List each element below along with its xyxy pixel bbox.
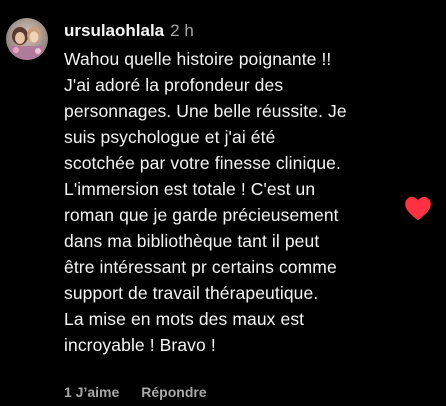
- like-button[interactable]: [404, 195, 432, 221]
- username-link[interactable]: ursulaohlala: [64, 21, 164, 40]
- avatar[interactable]: [6, 18, 48, 60]
- comment-header: ursulaohlala 2 h: [64, 20, 194, 42]
- comment-actions: 1 J’aime Répondre: [64, 384, 207, 400]
- likes-count-link[interactable]: 1 J’aime: [64, 384, 119, 400]
- avatar-image: [6, 18, 48, 60]
- reply-button[interactable]: Répondre: [141, 384, 206, 400]
- timestamp: 2 h: [170, 21, 194, 40]
- heart-icon: [405, 196, 431, 220]
- comment: ursulaohlala 2 h Wahou quelle histoire po…: [0, 0, 446, 406]
- comment-text: Wahou quelle histoire poignante !! J'ai …: [64, 49, 347, 355]
